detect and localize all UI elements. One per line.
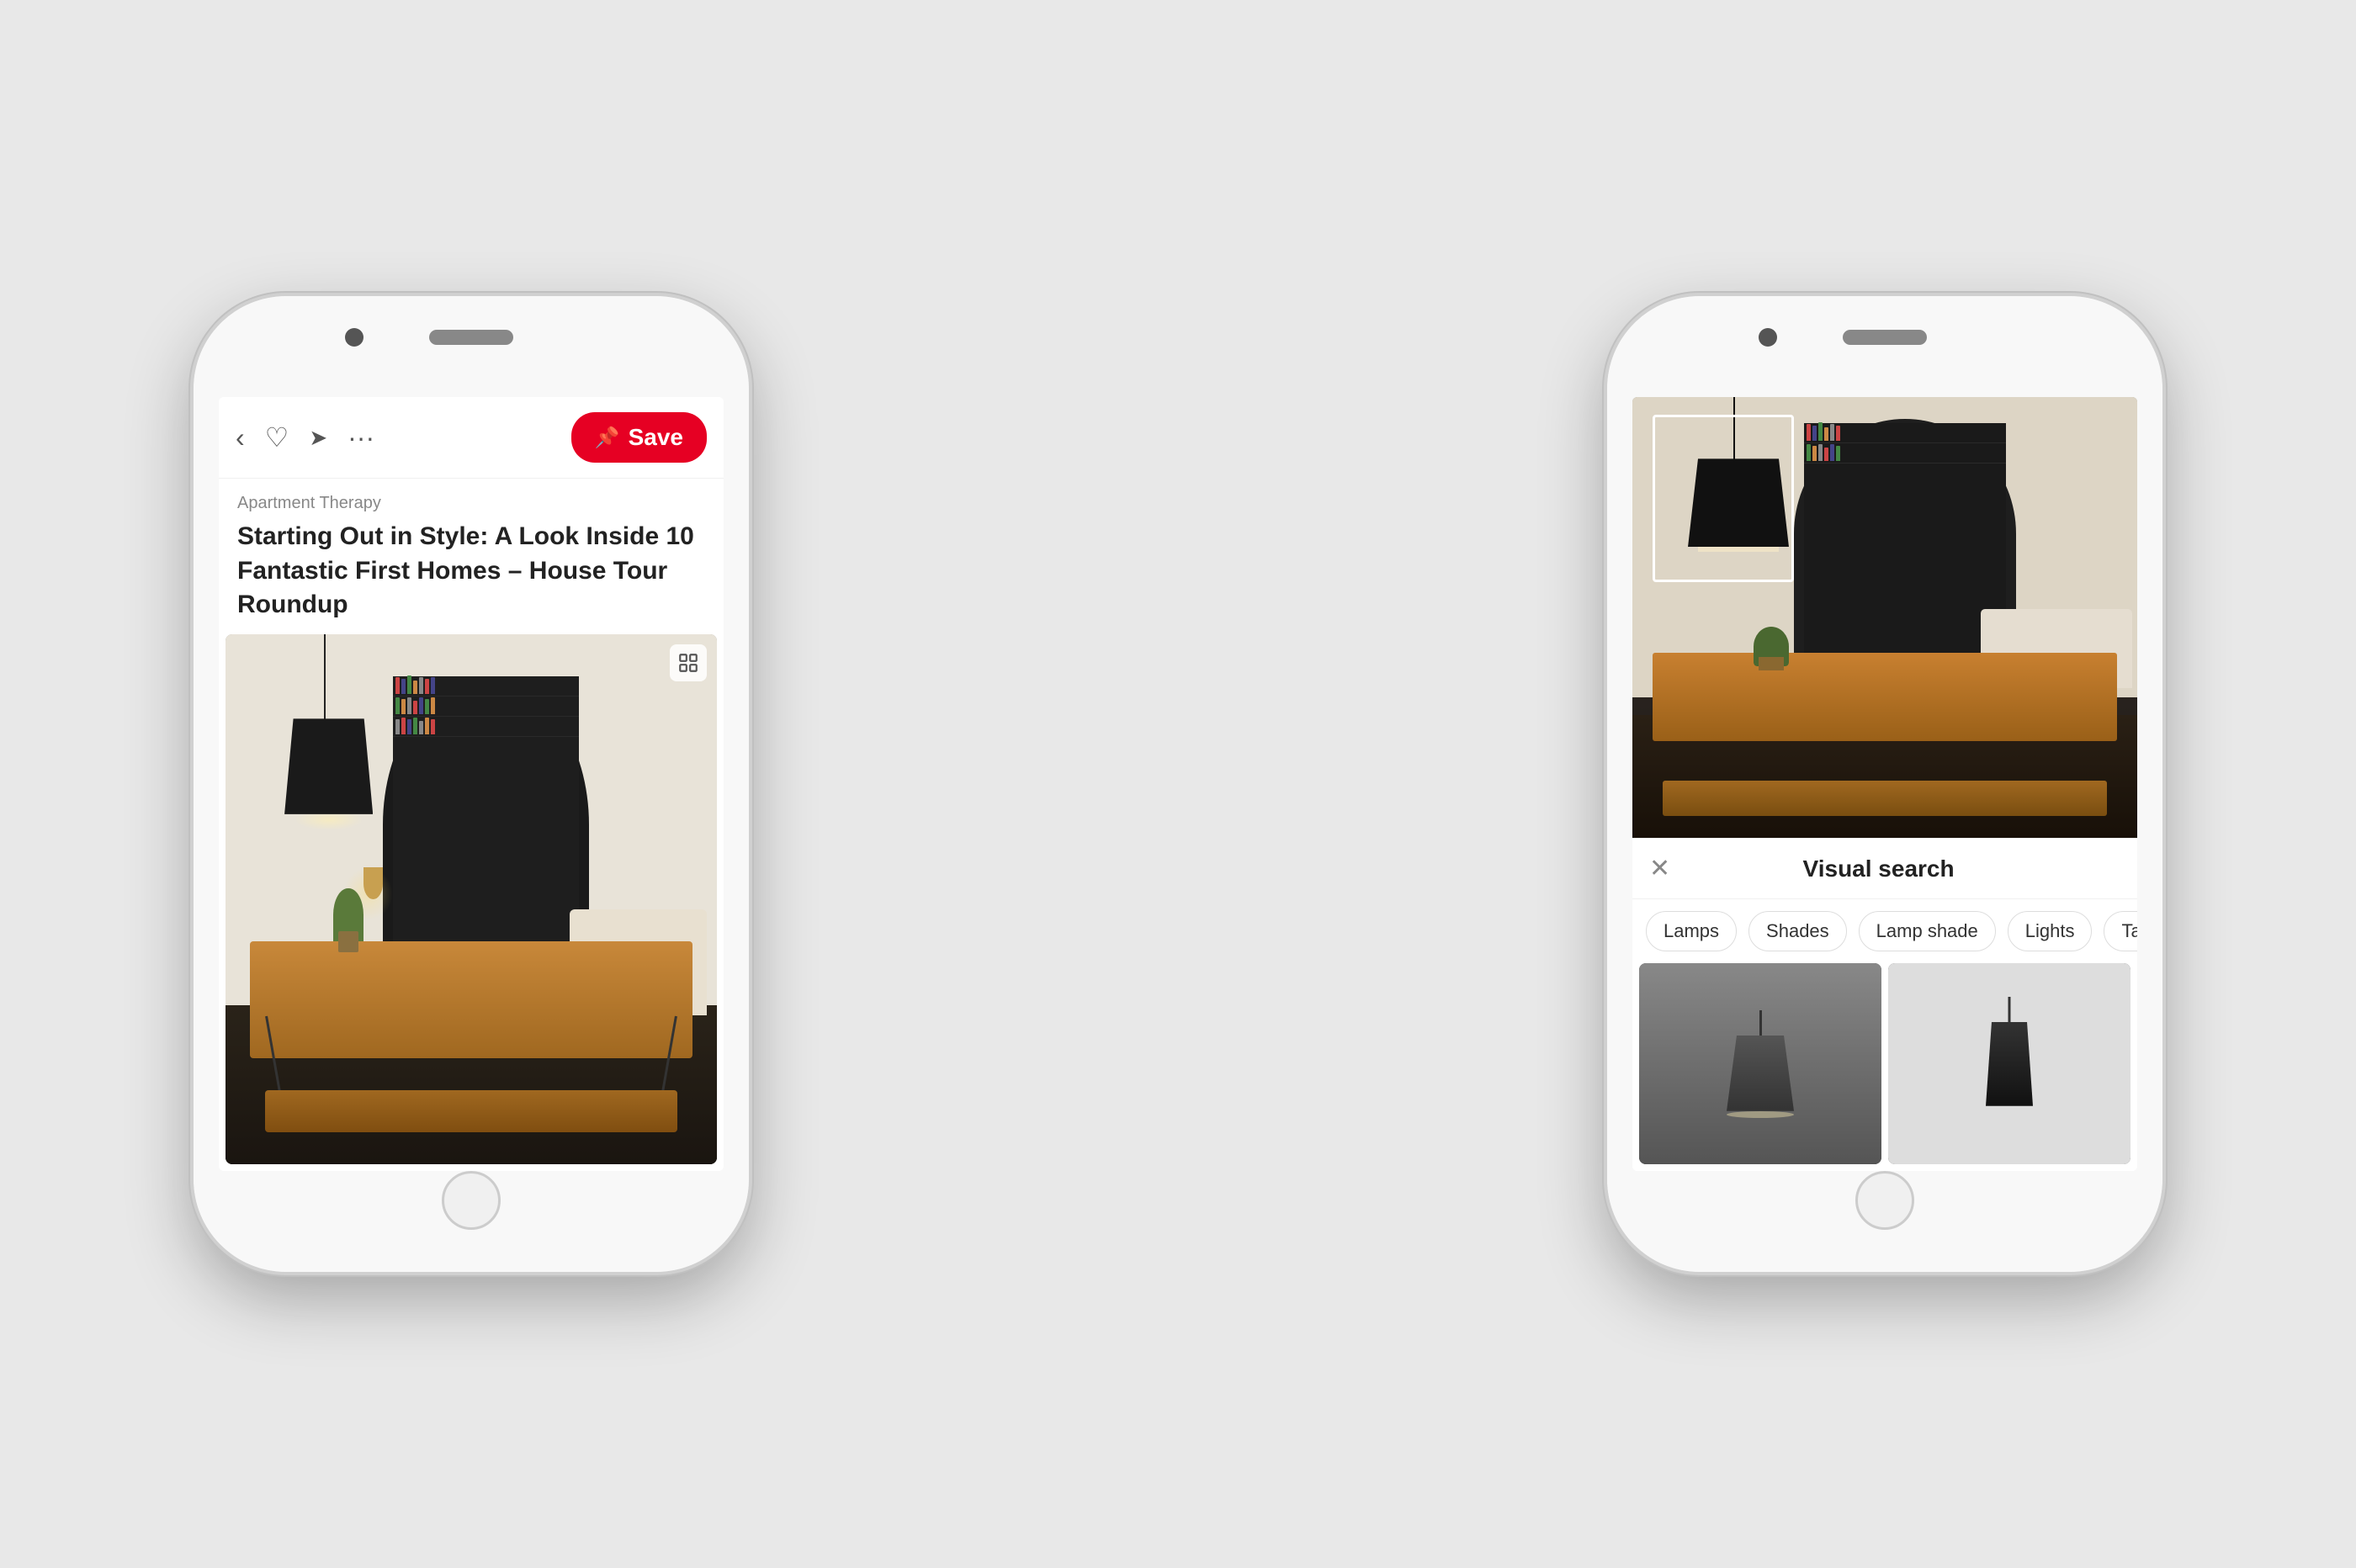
- lamp-card-bg-2: [1888, 963, 2130, 1164]
- lamp-wire-r2: [2008, 997, 2011, 1026]
- left-screen: ‹ ♡ ➤ ··· 📌 Save Apartment Therapy Start…: [219, 397, 724, 1171]
- right-camera: [1759, 328, 1777, 347]
- lamp-wire-r1: [1759, 1010, 1762, 1036]
- right-main-image: [1632, 397, 2137, 838]
- result-card-2[interactable]: [1888, 963, 2130, 1164]
- results-grid: [1632, 963, 2137, 1171]
- article-title: Starting Out in Style: A Look Inside 10 …: [237, 520, 705, 622]
- visual-search-icon-overlay[interactable]: [670, 644, 707, 681]
- pin-icon: 📌: [595, 426, 620, 450]
- right-speaker: [1843, 330, 1927, 345]
- result-card-1[interactable]: [1639, 963, 1881, 1164]
- left-camera: [345, 328, 363, 347]
- more-button[interactable]: ···: [348, 422, 374, 453]
- lamp-bottom-1: [1727, 1111, 1794, 1118]
- tags-row: Lamps Shades Lamp shade Lights Tab: [1632, 899, 2137, 963]
- article-source: Apartment Therapy: [237, 494, 705, 513]
- tag-lamps[interactable]: Lamps: [1646, 911, 1737, 951]
- right-phone: ✕ Visual search Lamps Shades Lamp shade …: [1607, 296, 2162, 1272]
- tag-lights[interactable]: Lights: [2008, 911, 2093, 951]
- ri-bench: [1663, 781, 2107, 816]
- lamp-body-1: [1727, 1010, 1794, 1118]
- top-bar: ‹ ♡ ➤ ··· 📌 Save: [219, 397, 724, 479]
- ri-plant-vase: [1759, 657, 1784, 670]
- visual-search-panel: ✕ Visual search Lamps Shades Lamp shade …: [1632, 838, 2137, 1171]
- article-text-area: Apartment Therapy Starting Out in Style:…: [219, 479, 724, 634]
- save-button[interactable]: 📌 Save: [571, 412, 707, 463]
- share-button[interactable]: ➤: [309, 425, 327, 451]
- tag-shades[interactable]: Shades: [1748, 911, 1847, 951]
- left-phone: ‹ ♡ ➤ ··· 📌 Save Apartment Therapy Start…: [194, 296, 749, 1272]
- heart-button[interactable]: ♡: [265, 421, 289, 453]
- left-speaker: [429, 330, 513, 345]
- bench-left: [265, 1090, 678, 1132]
- pendant-shade-left: [284, 718, 373, 813]
- vs-close-button[interactable]: ✕: [1649, 854, 1670, 883]
- ri-table: [1653, 653, 2117, 741]
- top-bar-icons: ‹ ♡ ➤ ···: [236, 421, 571, 453]
- home-btn-left[interactable]: [442, 1171, 501, 1230]
- tag-lamp-shade[interactable]: Lamp shade: [1859, 911, 1996, 951]
- plant-vase-left: [338, 931, 358, 952]
- lamp-cone-1: [1727, 1036, 1794, 1111]
- dining-table-left: [250, 941, 692, 1058]
- lamp-card-bg-1: [1639, 963, 1881, 1164]
- save-label: Save: [629, 424, 683, 451]
- pendant-wire-left: [324, 634, 326, 729]
- right-screen: ✕ Visual search Lamps Shades Lamp shade …: [1632, 397, 2137, 1171]
- home-btn-right[interactable]: [1855, 1171, 1914, 1230]
- vs-title: Visual search: [1670, 856, 2087, 882]
- vs-header: ✕ Visual search: [1632, 839, 2137, 899]
- interior-scene-left: [226, 634, 717, 1165]
- visual-search-selection-box[interactable]: [1653, 415, 1794, 582]
- back-button[interactable]: ‹: [236, 422, 245, 453]
- tag-tab[interactable]: Tab: [2104, 911, 2137, 951]
- main-article-image: [226, 634, 717, 1165]
- lamp-cone-2: [1980, 1022, 2039, 1106]
- wall-sconce-left: [363, 867, 383, 899]
